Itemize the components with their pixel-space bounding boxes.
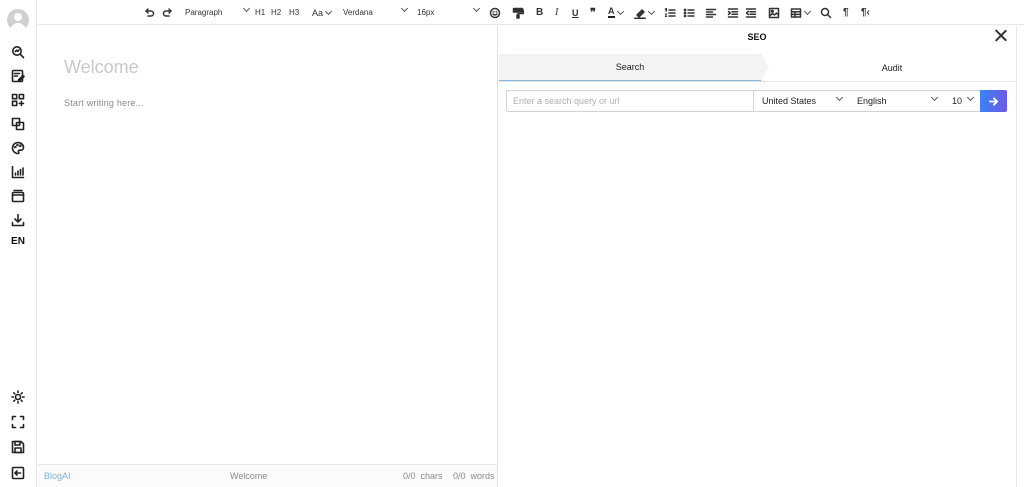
char-count: 0/0 chars bbox=[403, 471, 443, 481]
emoji-icon[interactable] bbox=[489, 4, 501, 21]
chevron-down-icon bbox=[400, 4, 409, 13]
seo-search-icon[interactable] bbox=[7, 41, 29, 63]
font-size-select[interactable]: 16px bbox=[417, 4, 481, 21]
document-name: Welcome bbox=[230, 471, 268, 481]
blockquote-button[interactable]: ❞ bbox=[590, 4, 596, 21]
text-case-button[interactable]: Aa bbox=[312, 4, 333, 21]
document-title-placeholder[interactable]: Welcome bbox=[64, 57, 139, 78]
chevron-down-icon bbox=[647, 7, 656, 15]
underline-button[interactable]: U bbox=[572, 4, 579, 21]
result-count-value: 10 bbox=[952, 96, 963, 106]
left-sidebar: EN bbox=[0, 0, 37, 487]
undo-icon[interactable] bbox=[143, 4, 155, 21]
search-icon[interactable] bbox=[820, 4, 832, 21]
panel-divider bbox=[1016, 26, 1017, 487]
font-family-select[interactable]: Verdana bbox=[343, 4, 409, 21]
seo-panel: SEO Search Audit United States English 1… bbox=[499, 26, 1024, 487]
text-color-button[interactable]: A bbox=[608, 4, 624, 21]
status-bar: BlogAI Welcome 0/0 chars 0/0 words bbox=[38, 464, 498, 487]
save-icon[interactable] bbox=[7, 436, 29, 458]
editor-area[interactable]: Welcome Start writing here... bbox=[38, 26, 498, 464]
exit-panel-icon[interactable] bbox=[7, 462, 29, 484]
font-size-label: 16px bbox=[417, 8, 435, 17]
download-icon[interactable] bbox=[7, 209, 29, 231]
close-icon[interactable] bbox=[994, 28, 1008, 42]
chart-icon[interactable] bbox=[7, 161, 29, 183]
tab-audit[interactable]: Audit bbox=[769, 54, 1015, 81]
language-value: English bbox=[857, 96, 887, 106]
bold-button[interactable]: B bbox=[536, 4, 543, 21]
text-color-glyph: A bbox=[608, 6, 615, 18]
chevron-down-icon bbox=[242, 4, 251, 13]
chevron-down-icon bbox=[324, 7, 333, 15]
align-left-icon[interactable] bbox=[705, 4, 717, 21]
fullscreen-icon[interactable] bbox=[7, 411, 29, 433]
seo-tabs: Search Audit bbox=[499, 54, 1015, 82]
edit-document-icon[interactable] bbox=[7, 65, 29, 87]
bullet-list-icon[interactable] bbox=[683, 4, 695, 21]
chevron-down-icon bbox=[930, 93, 939, 102]
language-switcher[interactable]: EN bbox=[7, 236, 29, 250]
outdent-icon[interactable] bbox=[745, 4, 757, 21]
format-painter-icon[interactable] bbox=[512, 4, 524, 21]
editor-toolbar: Paragraph H1 H2 H3 Aa Verdana 16px B I U… bbox=[38, 0, 1024, 25]
redo-icon[interactable] bbox=[162, 4, 174, 21]
document-body-placeholder[interactable]: Start writing here... bbox=[64, 98, 144, 108]
language-select[interactable]: English bbox=[849, 90, 945, 112]
indent-icon[interactable] bbox=[727, 4, 739, 21]
text-case-label: Aa bbox=[312, 7, 324, 18]
brand-label: BlogAI bbox=[44, 471, 71, 481]
block-type-label: Paragraph bbox=[185, 8, 223, 17]
ordered-list-icon[interactable] bbox=[664, 4, 676, 21]
tab-search[interactable]: Search bbox=[499, 54, 769, 81]
chevron-down-icon bbox=[616, 7, 624, 15]
copy-layers-icon[interactable] bbox=[7, 113, 29, 135]
chevron-down-icon bbox=[803, 7, 812, 15]
chevron-down-icon bbox=[835, 93, 844, 102]
brightness-icon[interactable] bbox=[7, 386, 29, 408]
arrow-right-icon bbox=[988, 96, 999, 106]
search-submit-button[interactable] bbox=[980, 90, 1007, 112]
font-family-label: Verdana bbox=[343, 8, 373, 17]
avatar[interactable] bbox=[7, 9, 29, 31]
block-type-select[interactable]: Paragraph bbox=[185, 4, 251, 21]
table-icon[interactable] bbox=[790, 4, 812, 21]
chevron-down-icon bbox=[966, 93, 975, 102]
heading-2-button[interactable]: H2 bbox=[271, 4, 281, 21]
country-value: United States bbox=[762, 96, 817, 106]
paragraph-mark-button[interactable]: ¶ bbox=[843, 4, 849, 21]
italic-button[interactable]: I bbox=[555, 4, 558, 21]
word-count: 0/0 words bbox=[453, 471, 495, 481]
palette-icon[interactable] bbox=[7, 137, 29, 159]
highlight-color-button[interactable] bbox=[634, 4, 656, 21]
heading-3-button[interactable]: H3 bbox=[289, 4, 299, 21]
search-query-input[interactable] bbox=[506, 90, 754, 112]
result-count-select[interactable]: 10 bbox=[944, 90, 981, 112]
image-icon[interactable] bbox=[768, 4, 780, 21]
add-widget-icon[interactable] bbox=[7, 89, 29, 111]
text-direction-button[interactable]: ¶‹ bbox=[861, 4, 870, 21]
window-icon[interactable] bbox=[7, 185, 29, 207]
panel-title: SEO bbox=[747, 32, 767, 42]
country-select[interactable]: United States bbox=[754, 90, 850, 112]
heading-1-button[interactable]: H1 bbox=[255, 4, 265, 21]
highlighter-icon bbox=[634, 8, 646, 19]
chevron-down-icon bbox=[472, 4, 481, 13]
